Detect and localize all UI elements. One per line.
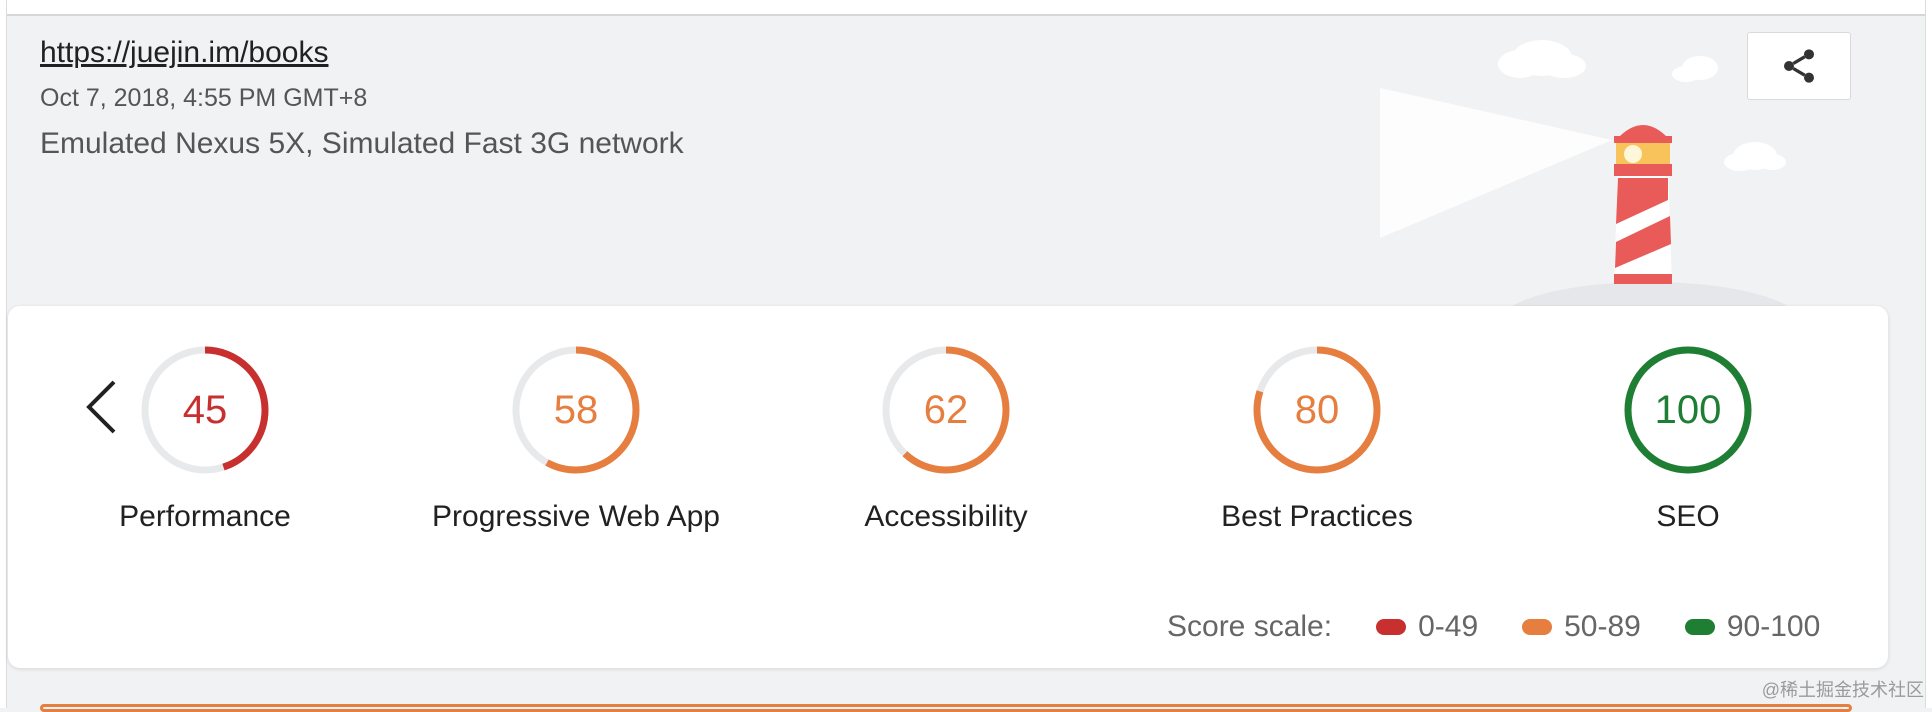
scale-average-range: 50-89 [1564, 610, 1641, 643]
score-scale: Score scale: 0-49 50-89 90-100 [1167, 610, 1820, 644]
window-top-edge [0, 0, 1932, 16]
window-right-edge [1925, 0, 1932, 708]
score-value: 45 [183, 388, 228, 432]
scale-pass-range: 90-100 [1726, 610, 1821, 643]
score-gauge-progressive-web-app[interactable]: 58 Progressive Web App [426, 340, 726, 534]
score-gauge-performance[interactable]: 45 Performance [55, 340, 355, 534]
report-timestamp: Oct 7, 2018, 4:55 PM GMT+8 [40, 84, 368, 112]
score-value: 80 [1295, 388, 1340, 432]
scale-pass-dot [1684, 619, 1715, 635]
score-gauge-accessibility[interactable]: 62 Accessibility [796, 340, 1096, 534]
watermark: @稀土掘金技术社区 [1761, 680, 1924, 700]
score-value: 100 [1655, 388, 1722, 432]
score-gauge-seo[interactable]: 100 SEO [1538, 340, 1838, 534]
score-label: Progressive Web App [432, 500, 720, 533]
scale-fail-dot [1376, 619, 1407, 635]
lighthouse-icon [1380, 40, 1786, 284]
score-ring: 100 [1624, 346, 1752, 474]
score-value: 62 [924, 388, 969, 432]
score-label: Best Practices [1221, 500, 1413, 533]
score-ring: 62 [882, 346, 1010, 474]
score-scale-label: Score scale: [1167, 610, 1333, 643]
score-value: 58 [554, 388, 599, 432]
share-button[interactable] [1747, 32, 1851, 100]
score-ring: 58 [512, 346, 640, 474]
next-section-edge [40, 704, 1852, 712]
score-ring: 80 [1253, 346, 1381, 474]
score-label: Performance [119, 500, 291, 533]
scale-fail-range: 0-49 [1418, 610, 1479, 643]
report-url-link[interactable]: https://juejin.im/books [40, 36, 328, 70]
score-ring: 45 [141, 346, 269, 474]
report-environment: Emulated Nexus 5X, Simulated Fast 3G net… [40, 127, 684, 160]
share-icon [1784, 49, 1814, 83]
score-label: SEO [1656, 500, 1720, 533]
scale-average-dot [1522, 619, 1553, 635]
score-label: Accessibility [864, 500, 1028, 533]
score-gauge-best-practices[interactable]: 80 Best Practices [1167, 340, 1467, 534]
window-left-edge [0, 0, 7, 708]
